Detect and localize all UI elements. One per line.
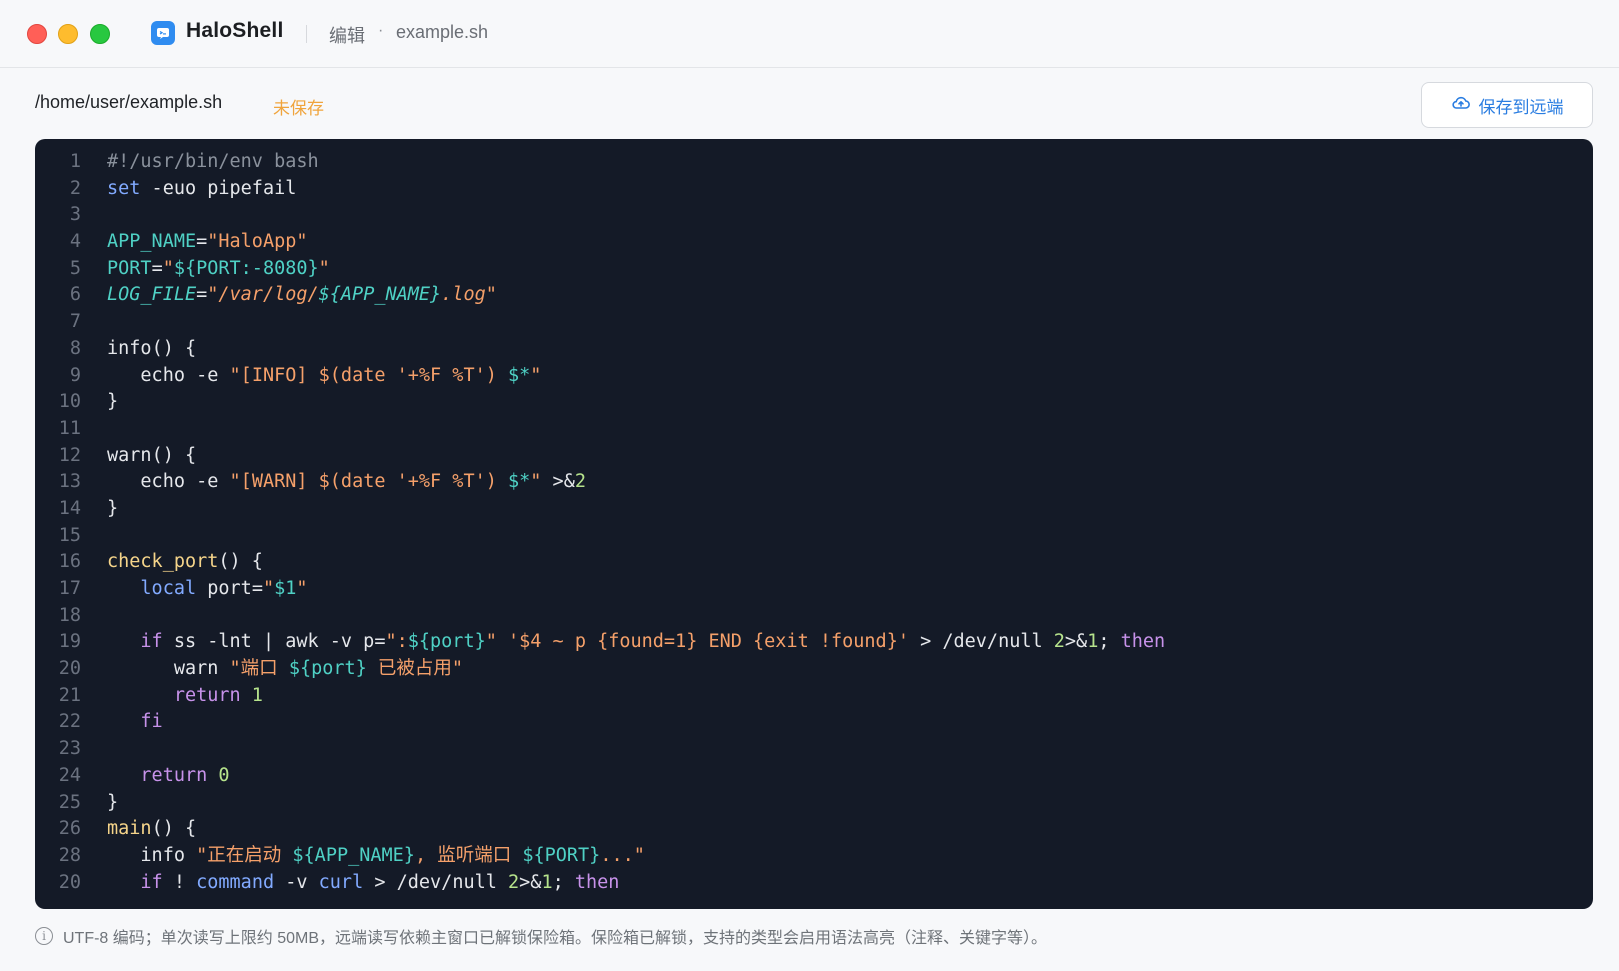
line-code: warn "端口 ${port} 已被占用" xyxy=(173,658,464,680)
code-line: 15 xyxy=(35,523,1593,550)
code-line: 26 main() { xyxy=(35,816,1593,843)
line-number: 14 xyxy=(58,497,81,519)
maximize-window-button[interactable] xyxy=(90,24,110,44)
line-code: local port="$1" xyxy=(140,578,308,599)
code-line: 8 info() { xyxy=(35,336,1593,363)
breadcrumb-mode: 编辑 xyxy=(329,26,365,46)
line-code: echo -e "[INFO] $(date '+%F %T') $*" xyxy=(140,364,542,386)
line-number: 1 xyxy=(69,151,81,172)
line-number: 3 xyxy=(69,204,81,226)
code-line: 12 warn() { xyxy=(35,443,1593,470)
line-number: 2 xyxy=(69,177,81,199)
code-line: 11 xyxy=(35,416,1593,443)
line-number: 26 xyxy=(58,818,81,840)
code-line: 25} xyxy=(35,790,1593,817)
line-number: 20 xyxy=(58,658,81,680)
file-path: /home/user/example.sh xyxy=(35,92,223,112)
info-icon: i xyxy=(35,927,53,945)
app-name: HaloShell xyxy=(186,19,284,42)
code-line: 21 return 1 xyxy=(35,683,1593,710)
code-line: 14} xyxy=(35,496,1593,523)
code-line: 10} xyxy=(35,389,1593,416)
code-line: 9 echo -e "[INFO] $(date '+%F %T') $*" xyxy=(35,363,1593,390)
line-code: main() { xyxy=(107,818,197,840)
code-line: 20 if ! command -v curl > /dev/null 2>&1… xyxy=(35,870,1593,897)
line-number: 13 xyxy=(58,471,81,493)
code-line: 18 xyxy=(35,603,1593,630)
code-line: 19 if ss -lnt | awk -v p=":${port}" '$4 … xyxy=(35,629,1593,656)
line-code: PORT="${PORT:-8080}" xyxy=(107,257,330,279)
line-number: 8 xyxy=(69,337,81,359)
line-number: 16 xyxy=(58,551,81,573)
title-bar: HaloShell 编辑 · example.sh xyxy=(0,0,1619,68)
code-line: 1 #!/usr/bin/env bash xyxy=(35,149,1593,176)
line-number: 9 xyxy=(69,364,81,386)
line-code: } xyxy=(107,391,119,413)
line-code: if ! command -v curl > /dev/null 2>&1; t… xyxy=(140,871,620,893)
line-number: 19 xyxy=(58,631,81,653)
line-number: 25 xyxy=(58,791,81,813)
line-number: 5 xyxy=(69,257,81,279)
line-number: 22 xyxy=(58,711,81,733)
code-line: 22 fi xyxy=(35,709,1593,736)
line-code: info() { xyxy=(107,337,197,359)
line-number: 18 xyxy=(58,604,81,626)
minimize-window-button[interactable] xyxy=(58,24,78,44)
breadcrumb-file: example.sh xyxy=(396,22,489,42)
code-line: 20 warn "端口 ${port} 已被占用" xyxy=(35,656,1593,683)
line-code: warn() { xyxy=(107,444,197,466)
line-number: 6 xyxy=(69,284,81,306)
code-lines: 1 #!/usr/bin/env bash 2 set -euo pipefail 3 4… xyxy=(35,149,1593,896)
line-code: #!/usr/bin/env bash xyxy=(107,151,319,172)
code-line: 5 PORT="${PORT:-8080}" xyxy=(35,256,1593,283)
code-line: 3 xyxy=(35,202,1593,229)
unsaved-status: 未保存 xyxy=(273,99,324,118)
code-line: 23 xyxy=(35,736,1593,763)
cloud-upload-icon xyxy=(1451,93,1471,118)
line-number: 21 xyxy=(58,684,81,706)
code-line: 17 local port="$1" xyxy=(35,576,1593,603)
line-number: 11 xyxy=(58,417,81,439)
line-code: return 0 xyxy=(140,764,230,786)
save-button-label: 保存到远端 xyxy=(1478,97,1564,117)
line-number: 7 xyxy=(69,311,81,333)
line-code: } xyxy=(107,791,119,813)
code-line: 7 xyxy=(35,309,1593,336)
app-window: HaloShell 编辑 · example.sh /home/user/exa… xyxy=(0,0,1619,971)
status-footer: i UTF-8 编码；单次读写上限约 50MB，远端读写依赖主窗口已解锁保险箱。… xyxy=(35,924,1047,948)
code-line: 16 check_port() { xyxy=(35,549,1593,576)
line-number: 17 xyxy=(58,578,81,599)
line-number: 20 xyxy=(58,871,81,893)
line-code: APP_NAME="HaloApp" xyxy=(107,231,308,253)
line-number: 23 xyxy=(58,738,81,760)
line-number: 4 xyxy=(69,231,81,253)
close-window-button[interactable] xyxy=(27,24,47,44)
title-divider xyxy=(306,25,307,43)
line-number: 24 xyxy=(58,764,81,786)
save-to-remote-button[interactable]: 保存到远端 xyxy=(1421,82,1593,128)
line-code: set -euo pipefail xyxy=(107,177,297,199)
app-logo-icon xyxy=(151,21,175,45)
line-code: return 1 xyxy=(173,684,263,706)
line-code: info "正在启动 ${APP_NAME}, 监听端口 ${PORT}..." xyxy=(140,844,645,866)
line-code: } xyxy=(107,497,119,519)
code-line: 28 info "正在启动 ${APP_NAME}, 监听端口 ${PORT}.… xyxy=(35,843,1593,870)
breadcrumb-separator: · xyxy=(378,22,384,39)
line-number: 10 xyxy=(58,391,81,413)
code-line: 4 APP_NAME="HaloApp" xyxy=(35,229,1593,256)
line-number: 15 xyxy=(58,524,81,546)
code-line: 13 echo -e "[WARN] $(date '+%F %T') $*" … xyxy=(35,469,1593,496)
footer-text: UTF-8 编码；单次读写上限约 50MB，远端读写依赖主窗口已解锁保险箱。保险… xyxy=(63,930,1048,947)
line-number: 12 xyxy=(58,444,81,466)
code-line: 2 set -euo pipefail xyxy=(35,176,1593,203)
line-code: check_port() { xyxy=(107,551,263,573)
code-editor[interactable]: 1 #!/usr/bin/env bash 2 set -euo pipefail 3 4… xyxy=(35,139,1593,909)
line-number: 28 xyxy=(58,844,81,866)
code-line: 6 LOG_FILE="/var/log/${APP_NAME}.log" xyxy=(35,282,1593,309)
line-code: if ss -lnt | awk -v p=":${port}" '$4 ~ p… xyxy=(140,631,1166,653)
line-code: LOG_FILE="/var/log/${APP_NAME}.log" xyxy=(107,284,497,306)
code-line: 24 return 0 xyxy=(35,763,1593,790)
line-code: fi xyxy=(140,711,163,733)
line-code: echo -e "[WARN] $(date '+%F %T') $*" >&2 xyxy=(140,471,586,493)
